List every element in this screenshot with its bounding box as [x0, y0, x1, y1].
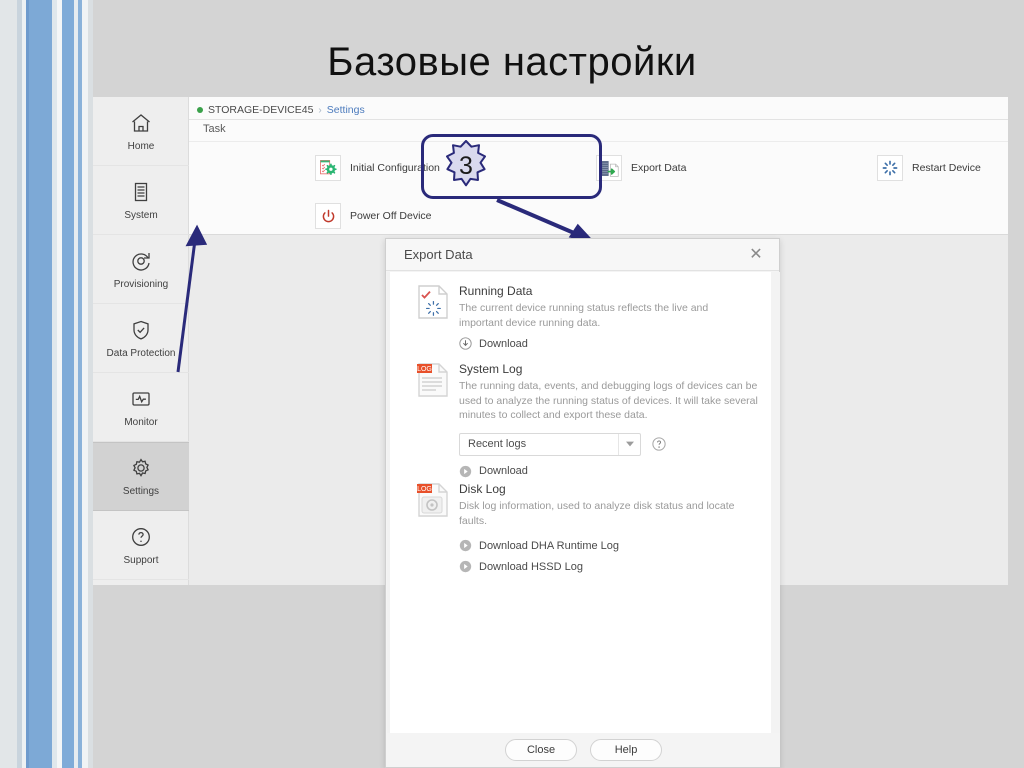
sidebar-item-label: Settings: [122, 486, 160, 497]
close-button[interactable]: Close: [505, 739, 577, 761]
download-system-log-link[interactable]: Download: [459, 465, 765, 478]
gear-icon: [133, 458, 149, 477]
sidebar-item-label: Provisioning: [113, 278, 169, 290]
section-title: Running Data: [459, 284, 533, 298]
play-circle-icon: [459, 539, 472, 552]
task-tile-label: Power Off Device: [350, 210, 432, 222]
dialog-title: Export Data: [404, 247, 473, 262]
breadcrumb-device: STORAGE-DEVICE45: [208, 104, 314, 116]
link-label: Download: [479, 337, 528, 350]
section-label-task: Task: [203, 123, 226, 135]
log-range-select[interactable]: Recent logs: [459, 432, 641, 456]
sidebar-item-settings[interactable]: Settings: [93, 442, 189, 511]
sidebar-item-label: System: [124, 209, 158, 221]
section-description: The running data, events, and debugging …: [459, 380, 758, 421]
checklist-gear-glyph: [320, 160, 337, 175]
dialog-right-strip: [771, 272, 780, 735]
section-description: Disk log information, used to analyze di…: [459, 500, 735, 527]
help-circle-icon[interactable]: [652, 437, 666, 451]
sidebar-item-monitor[interactable]: Monitor: [93, 373, 189, 442]
provisioning-icon: [132, 252, 150, 271]
sidebar-item-provisioning[interactable]: Provisioning: [93, 235, 189, 304]
log-range-row: Recent logs: [459, 432, 765, 456]
log-range-value: Recent logs: [468, 438, 527, 450]
page-title: Базовые настройки: [327, 40, 697, 84]
server-icon: [134, 182, 148, 201]
dialog-body: Running Data The current device running …: [387, 272, 780, 735]
download-dha-runtime-log-link[interactable]: Download DHA Runtime Log: [459, 539, 765, 552]
chevron-down-icon[interactable]: [618, 433, 640, 455]
section-disk-log: LOG Disk Log Disk log information, used …: [417, 482, 765, 573]
checklist-gear-icon: [315, 155, 341, 181]
restart-spinner-glyph: [882, 160, 898, 176]
breadcrumb-divider: [189, 119, 1008, 120]
link-label: Download HSSD Log: [479, 560, 583, 573]
play-circle-icon: [459, 560, 472, 573]
sidebar-item-label: Data Protection: [106, 347, 176, 359]
download-running-data-link[interactable]: Download: [459, 337, 747, 350]
task-tile-label: Export Data: [631, 162, 687, 174]
link-label: Download: [479, 465, 528, 477]
breadcrumb-separator-icon: ›: [318, 104, 322, 116]
breadcrumb: STORAGE-DEVICE45 › Settings: [197, 104, 365, 116]
sidebar-item-label: Monitor: [124, 416, 158, 428]
question-circle-icon: [132, 527, 150, 546]
section-running-data: Running Data The current device running …: [417, 284, 747, 350]
slide-root: Базовые настройки Home System Provisioni…: [0, 0, 1024, 768]
play-circle-icon: [459, 465, 472, 477]
dialog-footer: Close Help: [387, 733, 780, 767]
power-icon: [315, 203, 341, 229]
task-tile-power-off-device[interactable]: Power Off Device: [315, 203, 432, 229]
shield-check-icon: [133, 320, 149, 340]
sidebar-item-label: Home: [127, 140, 155, 152]
close-icon[interactable]: ✕: [747, 246, 765, 264]
dialog-header: Export Data ✕: [386, 239, 779, 271]
section-title: System Log: [459, 362, 523, 376]
monitor-pulse-icon: [132, 391, 150, 406]
task-tile-restart-device[interactable]: Restart Device: [877, 155, 981, 181]
log-doc-icon: LOG: [417, 363, 448, 397]
stripe-8: [62, 0, 74, 768]
chevron-down-glyph: [625, 441, 634, 447]
export-data-dialog: Export Data ✕ Running Data The current d…: [385, 238, 780, 768]
sidebar-item-system[interactable]: System: [93, 166, 189, 235]
breadcrumb-current[interactable]: Settings: [327, 104, 365, 116]
step-badge-number: 3: [459, 151, 473, 180]
section-title: Disk Log: [459, 482, 506, 496]
running-data-doc-icon: [418, 285, 448, 319]
stripe-5: [29, 0, 52, 768]
svg-text:LOG: LOG: [417, 366, 432, 373]
restart-spinner-icon: [877, 155, 903, 181]
disk-log-doc-icon: LOG: [417, 483, 448, 517]
sidebar-item-support[interactable]: Support: [93, 511, 189, 580]
dialog-left-strip: [387, 272, 390, 735]
sidebar: Home System Provisioning Data Protection: [93, 97, 189, 585]
download-arrow-icon: [459, 337, 472, 350]
help-button[interactable]: Help: [590, 739, 662, 761]
home-icon: [132, 113, 150, 132]
sidebar-item-home[interactable]: Home: [93, 97, 189, 166]
stripe-1: [0, 0, 17, 768]
sidebar-item-label: Support: [123, 554, 159, 566]
status-dot-icon: [197, 107, 203, 113]
task-tile-export-data[interactable]: Export Data: [596, 155, 686, 181]
power-glyph: [322, 209, 334, 222]
section-system-log: LOG System Log The running data, events,…: [417, 362, 765, 478]
link-label: Download DHA Runtime Log: [479, 539, 620, 552]
svg-text:LOG: LOG: [417, 486, 432, 493]
section-description: The current device running status reflec…: [459, 302, 709, 329]
task-tile-label: Restart Device: [912, 162, 981, 174]
download-hssd-log-link[interactable]: Download HSSD Log: [459, 560, 765, 573]
sidebar-item-data-protection[interactable]: Data Protection: [93, 304, 189, 373]
